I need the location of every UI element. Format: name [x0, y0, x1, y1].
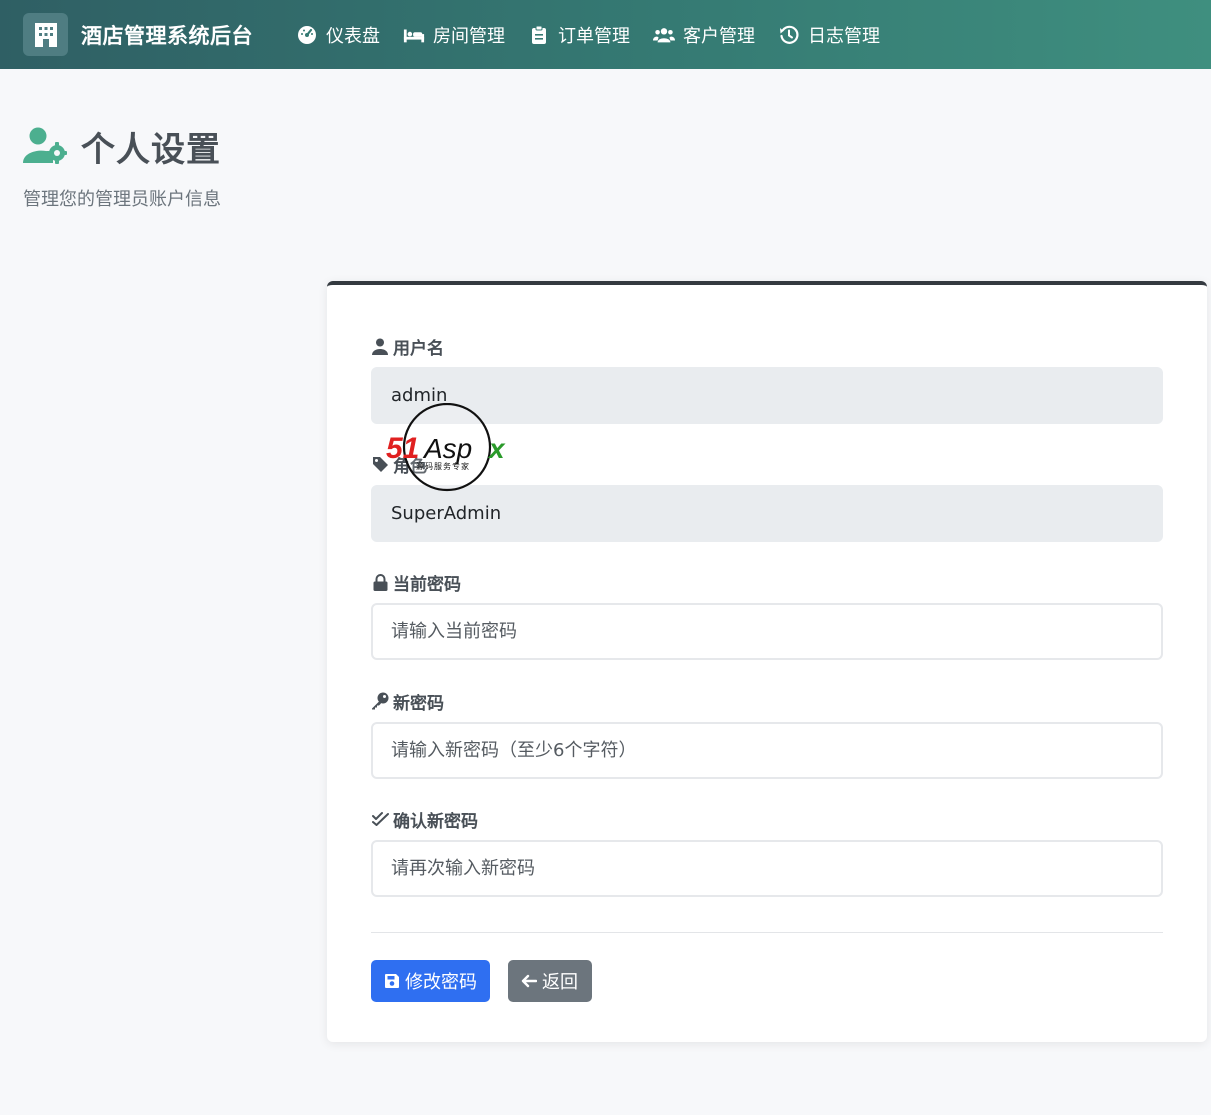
- nav-item-orders[interactable]: 订单管理: [528, 15, 630, 55]
- top-navbar: 酒店管理系统后台 仪表盘 房间管理 订单管理 客户管理 日志管理: [0, 0, 1211, 69]
- nav-item-customers[interactable]: 客户管理: [653, 15, 755, 55]
- back-button-label: 返回: [542, 972, 578, 993]
- role-label-text: 角色: [393, 456, 427, 477]
- current-password-label-text: 当前密码: [393, 574, 461, 595]
- hotel-icon: [23, 13, 68, 56]
- users-icon: [653, 24, 675, 46]
- user-icon: [371, 337, 389, 355]
- nav-item-label: 日志管理: [808, 25, 880, 47]
- nav-item-label: 订单管理: [558, 25, 630, 47]
- username-field[interactable]: [371, 367, 1163, 424]
- user-gear-icon: [23, 126, 67, 168]
- brand[interactable]: 酒店管理系统后台: [23, 13, 253, 56]
- new-password-group: 新密码: [371, 690, 1163, 779]
- nav-menu: 仪表盘 房间管理 订单管理 客户管理 日志管理: [273, 15, 880, 55]
- page-subtitle: 管理您的管理员账户信息: [23, 189, 221, 210]
- role-group: 角色: [371, 453, 1163, 542]
- change-password-button-label: 修改密码: [405, 972, 477, 993]
- nav-item-logs[interactable]: 日志管理: [778, 15, 880, 55]
- confirm-password-group: 确认新密码: [371, 808, 1163, 897]
- form-divider: [371, 932, 1163, 933]
- dashboard-gauge-icon: [296, 24, 318, 46]
- nav-item-label: 仪表盘: [326, 25, 380, 47]
- bed-icon: [403, 24, 425, 46]
- page-title-row: 个人设置: [23, 122, 221, 171]
- page-header: 个人设置 管理您的管理员账户信息: [23, 122, 221, 211]
- arrow-left-icon: [520, 972, 538, 990]
- history-icon: [778, 24, 800, 46]
- username-group: 用户名: [371, 335, 1163, 424]
- change-password-button[interactable]: 修改密码: [371, 960, 490, 1002]
- nav-item-dashboard[interactable]: 仪表盘: [296, 15, 380, 55]
- app-title: 酒店管理系统后台: [81, 23, 253, 48]
- double-check-icon: [371, 810, 389, 828]
- confirm-password-label-text: 确认新密码: [393, 811, 478, 832]
- save-icon: [383, 972, 401, 990]
- key-icon: [371, 692, 389, 710]
- confirm-password-label: 确认新密码: [371, 808, 1163, 832]
- nav-item-rooms[interactable]: 房间管理: [403, 15, 505, 55]
- nav-item-label: 客户管理: [683, 25, 755, 47]
- tag-icon: [371, 455, 389, 473]
- new-password-input[interactable]: [371, 722, 1163, 779]
- lock-icon: [371, 573, 389, 591]
- current-password-input[interactable]: [371, 603, 1163, 660]
- current-password-group: 当前密码: [371, 571, 1163, 660]
- page-title: 个人设置: [81, 130, 221, 170]
- new-password-label-text: 新密码: [393, 693, 444, 714]
- role-field[interactable]: [371, 485, 1163, 542]
- username-label: 用户名: [371, 335, 1163, 359]
- nav-item-label: 房间管理: [433, 25, 505, 47]
- username-label-text: 用户名: [393, 338, 444, 359]
- current-password-label: 当前密码: [371, 571, 1163, 595]
- confirm-password-input[interactable]: [371, 840, 1163, 897]
- back-button[interactable]: 返回: [508, 960, 592, 1002]
- settings-card: 用户名 角色 当前密码: [327, 281, 1207, 1042]
- new-password-label: 新密码: [371, 690, 1163, 714]
- role-label: 角色: [371, 453, 1163, 477]
- clipboard-icon: [528, 24, 550, 46]
